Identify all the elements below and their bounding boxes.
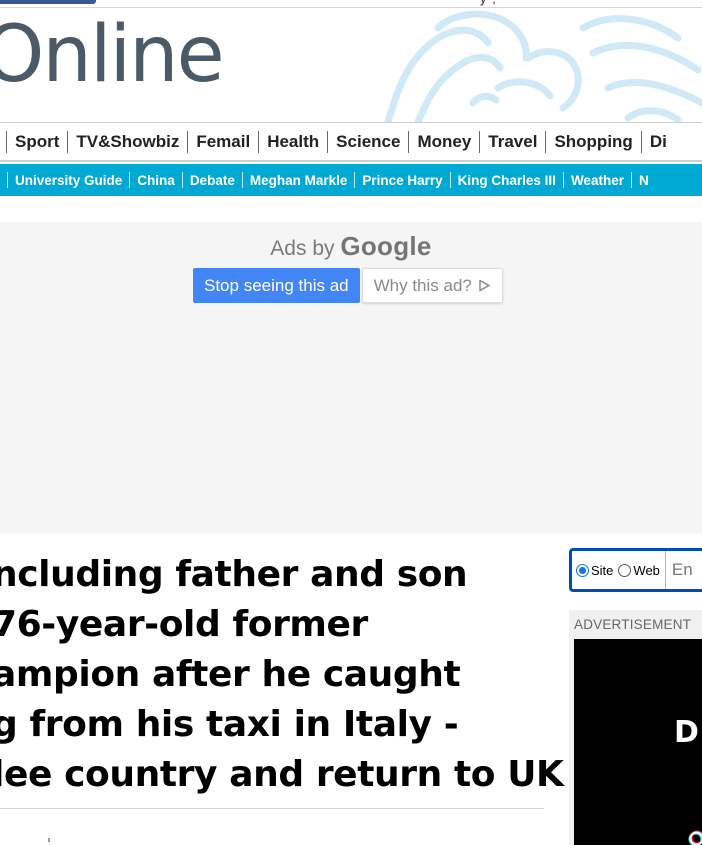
subnav-item-debate[interactable]: Debate <box>181 172 242 188</box>
nav-item-sport[interactable]: Sport <box>6 130 67 153</box>
headline-line: ncluding father and son <box>0 554 468 595</box>
article-headline: ncluding father and son 76-year-old form… <box>0 550 564 800</box>
search-scope-options: Site Web <box>572 551 665 589</box>
nav-item-money[interactable]: Money <box>408 130 479 153</box>
headline-divider <box>0 808 544 809</box>
byline-fragment <box>48 838 50 842</box>
search-scope-site-label[interactable]: Site <box>591 563 613 578</box>
why-this-ad-button[interactable]: Why this ad? <box>361 268 503 303</box>
ad-feedback-buttons: Stop seeing this ad Why this ad? <box>193 268 503 303</box>
search-scope-site-radio[interactable] <box>576 563 589 577</box>
nav-item-shopping[interactable]: Shopping <box>545 130 640 153</box>
subnav-item-meghan-markle[interactable]: Meghan Markle <box>241 172 355 188</box>
topbar-text-fragment: y , <box>480 0 497 6</box>
sidebar-advert: ADVERTISEMENT D <box>569 610 702 845</box>
search-input[interactable] <box>664 551 702 589</box>
headline-line: ampion after he caught <box>0 654 461 695</box>
headline-line: 76-year-old former <box>0 604 368 645</box>
nav-item-travel[interactable]: Travel <box>479 130 545 153</box>
ad-slot: Ads by Google Stop seeing this ad Why th… <box>0 222 702 534</box>
primary-nav: Sport TV&Showbiz Femail Health Science M… <box>0 122 702 162</box>
ads-by-google-label: Ads by Google <box>0 228 702 267</box>
subnav-item-king-charles[interactable]: King Charles III <box>449 172 563 188</box>
page: y , Online Sport TV&Showbiz Femail Healt… <box>0 0 702 845</box>
advertisement-label: ADVERTISEMENT <box>574 617 692 632</box>
nav-item-overflow[interactable]: Di <box>640 130 675 153</box>
topbar-share-button[interactable] <box>0 0 96 4</box>
why-this-ad-label: Why this ad? <box>373 275 472 295</box>
masthead: Online <box>0 8 702 122</box>
stop-seeing-ad-label: Stop seeing this ad <box>204 275 349 295</box>
subnav-item-weather[interactable]: Weather <box>562 172 631 188</box>
headline-line: g from his taxi in Italy - <box>0 704 459 745</box>
ads-by-text: Ads by <box>270 237 335 260</box>
subnav-item-university-guide[interactable]: University Guide <box>7 172 129 188</box>
lion-crest-icon <box>384 10 702 122</box>
advert-video[interactable]: D <box>574 639 702 845</box>
nav-item-femail[interactable]: Femail <box>187 130 258 153</box>
nav-item-science[interactable]: Science <box>327 130 408 153</box>
site-search-form: Site Web <box>569 548 702 592</box>
subnav-item-china[interactable]: China <box>129 172 182 188</box>
nav-item-health[interactable]: Health <box>258 130 327 153</box>
subnav-item-overflow[interactable]: N <box>630 172 656 188</box>
secondary-nav: University Guide China Debate Meghan Mar… <box>0 164 702 196</box>
search-scope-web-label[interactable]: Web <box>633 563 660 578</box>
ad-choices-triangle-icon <box>479 279 490 292</box>
advert-video-text: D <box>674 715 699 750</box>
search-scope-web-radio[interactable] <box>618 563 632 577</box>
tiktok-logo-icon <box>688 830 702 845</box>
site-logo[interactable]: Online <box>0 16 225 94</box>
nav-item-tv-showbiz[interactable]: TV&Showbiz <box>67 130 187 153</box>
subnav-item-prince-harry[interactable]: Prince Harry <box>354 172 449 188</box>
headline-line: lee country and return to UK <box>0 754 564 795</box>
google-wordmark: Google <box>340 231 432 261</box>
stop-seeing-ad-button[interactable]: Stop seeing this ad <box>193 268 360 303</box>
